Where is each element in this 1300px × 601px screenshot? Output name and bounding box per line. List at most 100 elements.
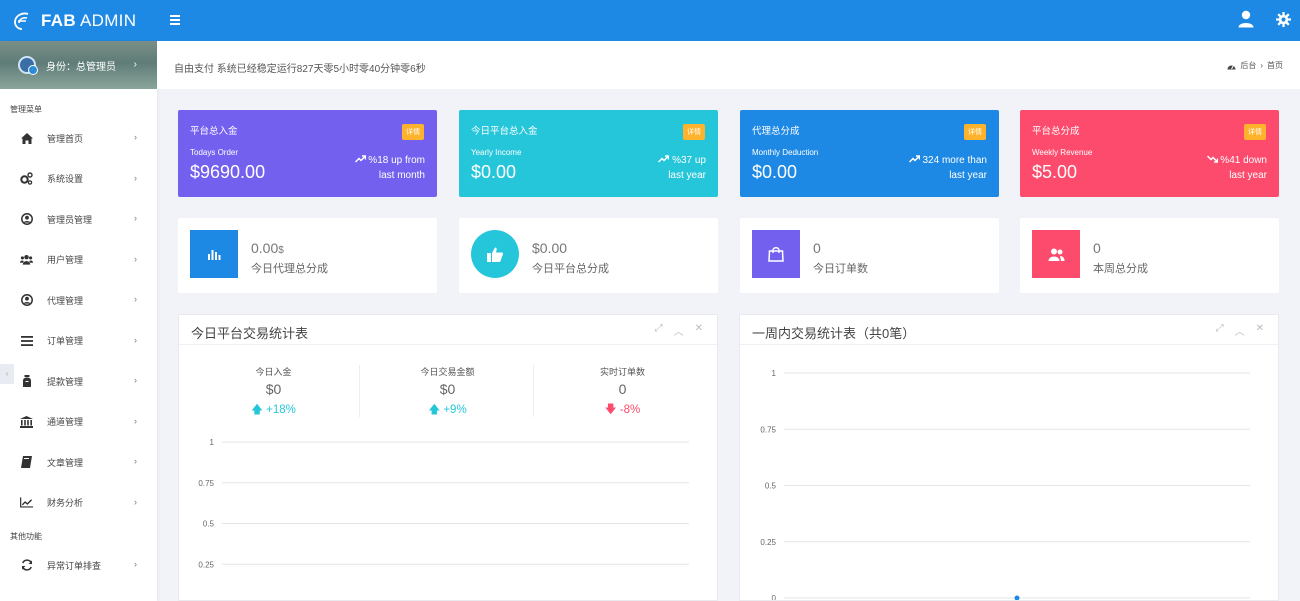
menu-toggle-icon[interactable] xyxy=(170,13,182,27)
mini-card-value: $0.00 xyxy=(532,240,568,256)
sidebar-item-label: 管理首页 xyxy=(47,133,84,144)
details-badge[interactable]: 详情 xyxy=(402,124,424,140)
sidebar-item-label: 订单管理 xyxy=(47,336,84,347)
sidebar-item-settings[interactable]: 系统设置 › xyxy=(0,159,157,200)
stat-card-subtitle: Todays Order xyxy=(190,148,239,157)
mini-card-agent-share-today: 0.00$ 今日代理总分成 xyxy=(178,218,437,293)
stat-card-trend: %41 down last year xyxy=(1206,153,1267,183)
sidebar: 身份：总管理员 › 管理菜单 管理首页 › 系统设置 › 管理员管理 › 用户管… xyxy=(0,41,157,601)
chevron-right-icon: › xyxy=(134,294,137,304)
top-bar: FAB ADMIN xyxy=(0,0,1300,41)
sidebar-item-label: 管理员管理 xyxy=(47,214,93,225)
stat-card-trend: 324 more than last year xyxy=(908,153,987,183)
sidebar-item-articles[interactable]: 文章管理 › xyxy=(0,442,157,483)
sidebar-item-label: 异常订单排查 xyxy=(47,560,102,571)
chevron-right-icon: › xyxy=(134,559,137,569)
mini-card-label: 今日平台总分成 xyxy=(532,263,609,275)
details-badge[interactable]: 详情 xyxy=(1244,124,1266,140)
stat-card-total-deposit: 平台总入金 详情 Todays Order $9690.00 %18 up fr… xyxy=(178,110,437,197)
trend-down-icon xyxy=(1206,155,1218,163)
mini-card-label: 今日代理总分成 xyxy=(251,263,328,275)
chevron-right-icon: › xyxy=(134,334,137,345)
y-tick-label: 0.5 xyxy=(203,520,215,529)
mini-card-label: 本周总分成 xyxy=(1093,263,1148,275)
thumbs-up-icon xyxy=(471,230,519,278)
stat-card-title: 代理总分成 xyxy=(752,126,800,137)
breadcrumb: 后台 › 首页 xyxy=(1227,60,1283,71)
sidebar-item-label: 用户管理 xyxy=(47,255,84,266)
breadcrumb-home[interactable]: 后台 xyxy=(1240,60,1256,71)
refresh-icon xyxy=(20,559,33,572)
stat-card-title: 平台总分成 xyxy=(1032,126,1080,137)
chevron-right-icon: › xyxy=(134,456,137,466)
y-tick-label: 1 xyxy=(772,369,777,378)
sidebar-item-label: 文章管理 xyxy=(47,457,84,468)
trend-up-icon xyxy=(908,155,920,163)
bar-chart-icon xyxy=(190,230,238,278)
cogs-icon xyxy=(20,172,33,185)
stat-card-amount: $5.00 xyxy=(1032,162,1078,182)
chevron-right-icon: › xyxy=(134,213,137,223)
sidebar-item-users[interactable]: 用户管理 › xyxy=(0,240,157,281)
chevron-right-icon: › xyxy=(134,415,137,426)
bank-icon xyxy=(20,415,33,428)
details-badge[interactable]: 详情 xyxy=(964,124,986,140)
sidebar-item-home[interactable]: 管理首页 › xyxy=(0,118,157,159)
data-point[interactable] xyxy=(1014,595,1020,601)
sidebar-item-label: 代理管理 xyxy=(47,295,84,306)
today-line-chart: 10.750.50.250 xyxy=(198,438,689,569)
users-icon xyxy=(20,253,33,266)
stat-card-subtitle: Weekly Revenue xyxy=(1032,148,1093,157)
sidebar-collapse-handle[interactable]: ‹ xyxy=(0,364,14,384)
mini-card-value: 0 xyxy=(813,240,821,256)
stat-card-amount: $9690.00 xyxy=(190,162,266,182)
users-icon xyxy=(1032,230,1080,278)
home-icon xyxy=(20,132,33,145)
trend-up-icon xyxy=(354,155,366,163)
y-tick-label: 0 xyxy=(772,594,777,600)
uptime-status: 自由支付 系统已经稳定运行827天零5小时零40分钟零6秒 xyxy=(174,64,426,75)
sidebar-item-finance[interactable]: 财务分析 › xyxy=(0,483,157,524)
mini-card-label: 今日订单数 xyxy=(813,263,868,275)
sidebar-item-label: 财务分析 xyxy=(47,498,84,509)
money-bag-icon xyxy=(20,375,33,388)
sidebar-item-withdrawals[interactable]: 提款管理 › xyxy=(0,361,157,402)
sidebar-item-label: 系统设置 xyxy=(47,174,84,185)
y-tick-label: 0.5 xyxy=(765,482,777,491)
list-icon xyxy=(20,334,33,347)
section-label-main: 管理菜单 xyxy=(10,105,42,114)
sidebar-item-exceptions[interactable]: 异常订单排查 › xyxy=(0,545,157,586)
chevron-right-icon: › xyxy=(134,496,137,507)
logo[interactable]: FAB ADMIN xyxy=(0,0,157,41)
breadcrumb-separator: › xyxy=(1260,61,1263,70)
mini-card-weekly-share: 0 本周总分成 xyxy=(1020,218,1279,293)
avatar xyxy=(18,56,38,75)
stat-card-amount: $0.00 xyxy=(471,162,517,182)
sidebar-item-admins[interactable]: 管理员管理 › xyxy=(0,199,157,240)
sidebar-item-label: 提款管理 xyxy=(47,376,84,387)
user-icon[interactable] xyxy=(1238,10,1254,28)
section-label-other: 其他功能 xyxy=(10,532,42,541)
dashboard-icon xyxy=(1227,64,1236,69)
panel-today-stats: 今日平台交易统计表 ⤢ ︿ ✕ 今日入金 $0 🡅 +18% 今日交易金额 $0… xyxy=(178,314,718,601)
profile-bar[interactable]: 身份：总管理员 › xyxy=(0,41,157,89)
details-badge[interactable]: 详情 xyxy=(683,124,705,140)
stat-card-platform-share: 平台总分成 详情 Weekly Revenue $5.00 %41 down l… xyxy=(1020,110,1279,197)
sidebar-item-agents[interactable]: 代理管理 › xyxy=(0,280,157,321)
page-header: 自由支付 系统已经稳定运行827天零5小时零40分钟零6秒 后台 › 首页 xyxy=(157,41,1300,89)
profile-label: 身份：总管理员 xyxy=(46,61,116,73)
chevron-right-icon: › xyxy=(134,172,137,183)
gear-icon[interactable] xyxy=(1276,12,1291,27)
stat-card-title: 平台总入金 xyxy=(190,126,238,137)
y-tick-label: 0.75 xyxy=(760,425,776,434)
stat-card-title: 今日平台总入金 xyxy=(471,126,538,137)
sidebar-item-channels[interactable]: 通道管理 › xyxy=(0,402,157,443)
stat-card-amount: $0.00 xyxy=(752,162,798,182)
user-circle-icon xyxy=(20,294,33,307)
breadcrumb-current: 首页 xyxy=(1267,61,1283,70)
line-chart-icon xyxy=(20,496,33,509)
sidebar-item-orders[interactable]: 订单管理 › xyxy=(0,321,157,362)
mini-card-value: 0 xyxy=(1093,240,1101,256)
stat-card-agent-share: 代理总分成 详情 Monthly Deduction $0.00 324 mor… xyxy=(740,110,999,197)
chevron-right-icon: › xyxy=(134,132,137,142)
